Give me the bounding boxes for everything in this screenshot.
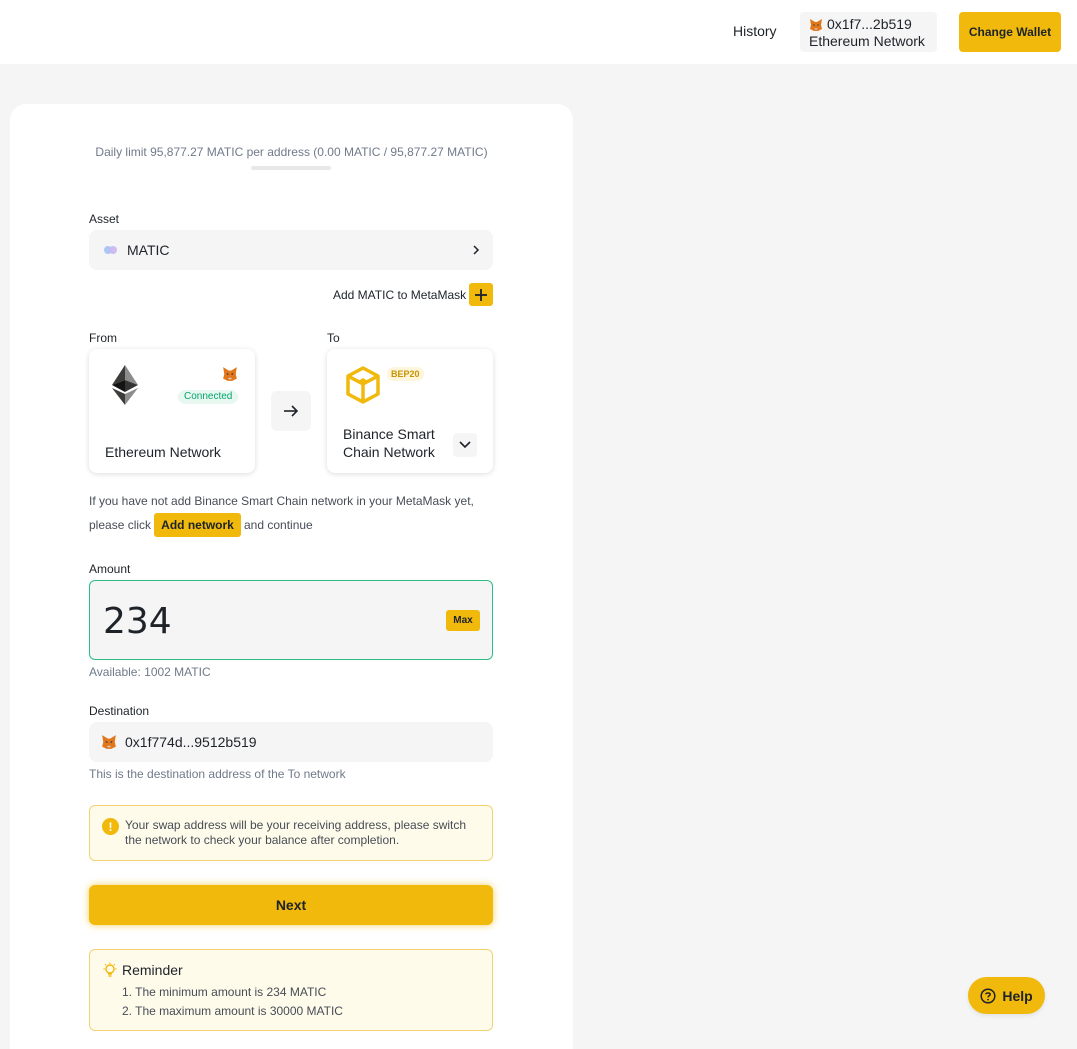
available-balance: Available: 1002 MATIC	[89, 665, 211, 679]
warning-text: Your swap address will be your receiving…	[125, 818, 467, 847]
lightbulb-icon	[103, 962, 117, 977]
warning-icon: !	[102, 818, 119, 835]
wallet-chip[interactable]: 0x1f7...2b519 Ethereum Network	[800, 12, 937, 52]
history-link[interactable]: History	[733, 23, 777, 39]
bnb-icon	[346, 366, 380, 404]
asset-label: Asset	[89, 212, 120, 226]
destination-label: Destination	[89, 704, 150, 718]
from-network-card: Connected Ethereum Network	[89, 349, 255, 473]
add-to-metamask-button[interactable]	[469, 283, 494, 306]
next-button[interactable]: Next	[89, 885, 493, 925]
daily-limit-text: Daily limit 95,877.27 MATIC per address …	[95, 145, 488, 159]
add-to-metamask-label: Add MATIC to MetaMask	[333, 287, 467, 302]
amount-label: Amount	[89, 562, 131, 576]
asset-select[interactable]: MATIC	[89, 230, 493, 270]
metamask-fox-icon	[223, 367, 237, 381]
max-button[interactable]: Max	[446, 610, 480, 631]
bridge-card: Daily limit 95,877.27 MATIC per address …	[10, 104, 573, 1049]
to-network-dropdown[interactable]	[453, 433, 477, 457]
add-network-hint-line1: If you have not add Binance Smart Chain …	[89, 494, 474, 508]
connected-badge: Connected	[178, 390, 239, 404]
help-button[interactable]: Help	[968, 977, 1045, 1014]
from-network-name: Ethereum Network	[105, 444, 221, 460]
add-network-button[interactable]: Add network	[154, 513, 241, 537]
chevron-down-icon	[459, 441, 471, 449]
reminder-item: 2. The maximum amount is 30000 MATIC	[122, 1004, 343, 1018]
asset-value: MATIC	[127, 242, 170, 258]
change-wallet-button[interactable]: Change Wallet	[959, 12, 1061, 52]
destination-note: This is the destination address of the T…	[89, 767, 346, 781]
metamask-fox-icon	[810, 18, 822, 31]
wallet-network: Ethereum Network	[809, 33, 925, 49]
to-label: To	[327, 331, 340, 345]
amount-input[interactable]: 234 Max	[89, 580, 493, 660]
reminder-box: Reminder 1. The minimum amount is 234 MA…	[89, 949, 493, 1031]
add-to-metamask: Add MATIC to MetaMask	[333, 283, 494, 306]
add-network-hint-suffix: and continue	[244, 518, 313, 532]
amount-value[interactable]: 234	[103, 601, 172, 642]
ethereum-icon	[112, 365, 138, 405]
top-bar: History 0x1f7...2b519 Ethereum Network C…	[0, 0, 1077, 64]
reminder-title: Reminder	[102, 962, 183, 978]
to-network-name-line2: Chain Network	[343, 444, 435, 460]
warning-banner: ! Your swap address will be your receivi…	[89, 805, 493, 861]
plus-icon	[475, 288, 488, 301]
add-network-hint-prefix: please click	[89, 518, 152, 532]
from-label: From	[89, 331, 117, 345]
metamask-fox-icon	[102, 735, 116, 749]
destination-address: 0x1f774d...9512b519	[125, 734, 257, 750]
daily-limit-progress	[251, 166, 331, 170]
help-label: Help	[1002, 987, 1033, 1004]
wallet-address: 0x1f7...2b519	[827, 16, 912, 32]
matic-icon	[104, 246, 117, 254]
to-network-name-line1: Binance Smart	[343, 426, 435, 442]
question-circle-icon	[980, 987, 996, 1004]
bep20-badge: BEP20	[387, 367, 424, 381]
swap-direction-button[interactable]	[271, 391, 311, 431]
arrow-right-icon	[284, 405, 299, 417]
to-network-card[interactable]: BEP20 Binance Smart Chain Network	[327, 349, 493, 473]
destination-field[interactable]: 0x1f774d...9512b519	[89, 722, 493, 762]
reminder-title-text: Reminder	[122, 962, 183, 978]
reminder-item: 1. The minimum amount is 234 MATIC	[122, 985, 327, 999]
chevron-right-icon	[473, 245, 480, 255]
